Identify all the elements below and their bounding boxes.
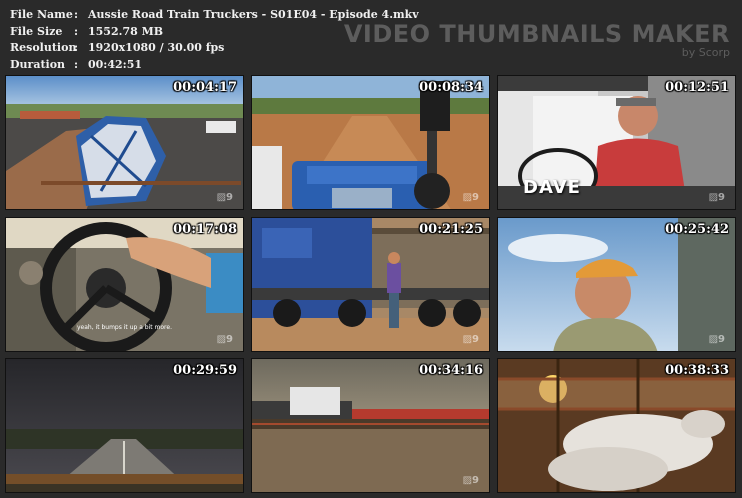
brand-title: VIDEO THUMBNAILS MAKER: [343, 20, 730, 48]
duration-label: Duration: [10, 57, 66, 71]
duration-separator: :: [74, 57, 79, 71]
thumbnail-7[interactable]: 00:29:59: [5, 358, 244, 493]
resolution-label: Resolution: [10, 41, 77, 54]
thumbnail-2[interactable]: 00:08:34 ▨9: [251, 75, 490, 210]
thumbnail-1-image: [6, 76, 243, 209]
resolution-separator: :: [74, 41, 79, 54]
channel-9-logo: ▨9: [462, 192, 479, 203]
file-size-label: File Size: [10, 24, 63, 38]
thumbnail-4[interactable]: yeah, it bumps it up a bit more. 00:17:0…: [5, 217, 244, 352]
thumbnail-9[interactable]: 00:38:33: [497, 358, 736, 493]
file-size-separator: :: [74, 24, 79, 38]
thumbnail-2-image: [252, 76, 489, 209]
channel-9-logo: ▨9: [708, 334, 725, 345]
thumbnail-2-timestamp: 00:08:34: [419, 80, 483, 95]
thumbnail-9-image: [498, 359, 735, 492]
thumbnail-1-timestamp: 00:04:17: [173, 80, 237, 95]
duration-value: 00:42:51: [88, 57, 143, 71]
file-size-value: 1552.78 MB: [88, 24, 164, 38]
channel-9-logo: ▨9: [216, 192, 233, 203]
thumbnail-6-timestamp: 00:25:42: [665, 222, 729, 237]
channel-9-logo: ▨9: [462, 475, 479, 486]
thumbnail-6-image: [498, 218, 735, 351]
thumbnail-7-timestamp: 00:29:59: [173, 363, 237, 378]
thumbnail-5[interactable]: 00:21:25 ▨9: [251, 217, 490, 352]
thumbnail-3[interactable]: DAVE 00:12:51 ▨9: [497, 75, 736, 210]
thumbnail-5-image: [252, 218, 489, 351]
brand-watermark: VIDEO THUMBNAILS MAKER by Scorp: [344, 20, 730, 59]
thumbnail-9-timestamp: 00:38:33: [665, 363, 729, 378]
file-name-separator: :: [74, 8, 79, 21]
thumbnail-6[interactable]: 00:25:42 ▨9: [497, 217, 736, 352]
channel-9-logo: ▨9: [708, 192, 725, 203]
thumbnail-8-image: [252, 359, 489, 492]
file-name-label: File Name: [10, 8, 73, 21]
thumbnail-grid: 00:04:17 ▨9 00:08:34 ▨9 DAVE 00:12:51 ▨9…: [5, 75, 738, 494]
channel-9-logo: ▨9: [462, 334, 479, 345]
thumbnail-7-image: [6, 359, 243, 492]
thumbnail-8[interactable]: 00:34:16 ▨9: [251, 358, 490, 493]
thumbnail-5-timestamp: 00:21:25: [419, 222, 483, 237]
thumbnail-8-timestamp: 00:34:16: [419, 363, 483, 378]
resolution-value: 1920x1080 / 30.00 fps: [88, 41, 225, 54]
thumbnail-3-timestamp: 00:12:51: [665, 80, 729, 95]
thumbnail-4-image: [6, 218, 243, 351]
thumbnail-1[interactable]: 00:04:17 ▨9: [5, 75, 244, 210]
thumbnail-4-subtitle: yeah, it bumps it up a bit more.: [77, 324, 172, 331]
thumbnail-3-name-overlay: DAVE: [523, 177, 581, 198]
channel-9-logo: ▨9: [216, 334, 233, 345]
thumbnail-4-timestamp: 00:17:08: [173, 222, 237, 237]
